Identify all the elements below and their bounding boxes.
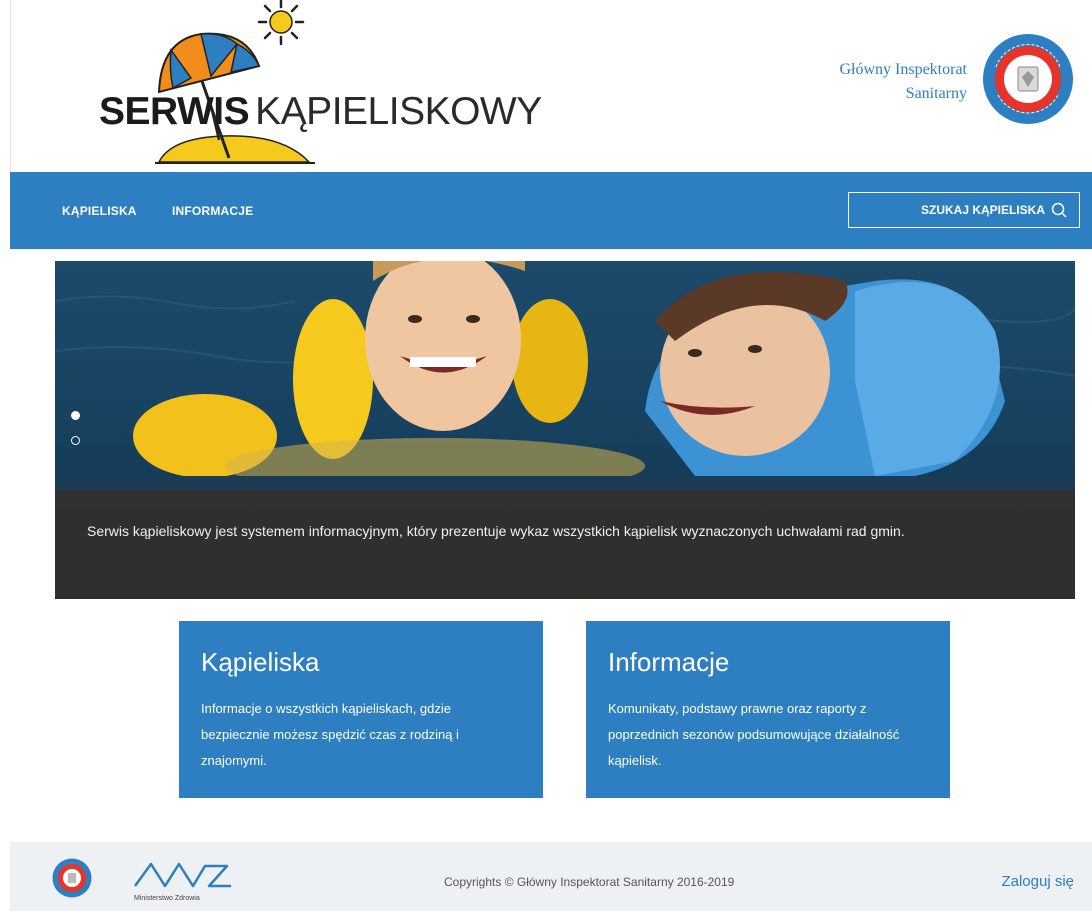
ministry-label: Ministerstwo Zdrowia [134, 895, 200, 902]
card-text: Komunikaty, podstawy prawne oraz raporty… [608, 701, 900, 768]
card-title: Informacje [608, 647, 730, 677]
search-button[interactable]: SZUKAJ KĄPIELISKA [848, 192, 1080, 228]
site-footer: Ministerstwo Zdrowia Copyrights © Główny… [10, 842, 1092, 911]
nav-item-kapieliska[interactable]: KĄPIELISKA [62, 204, 137, 218]
carousel-dot-1[interactable] [71, 411, 80, 420]
gis-seal-icon[interactable] [52, 858, 92, 898]
card-kapieliska[interactable]: Kąpieliska Informacje o wszystkich kąpie… [179, 621, 543, 798]
card-informacje[interactable]: Informacje Komunikaty, podstawy prawne o… [586, 621, 950, 798]
logo-text: SERWIS KĄPIELISKOWY [99, 90, 542, 134]
login-link[interactable]: Zaloguj się [1001, 873, 1074, 890]
org-name[interactable]: Główny Inspektorat Sanitarny [839, 58, 967, 106]
org-name-line2: Sanitarny [905, 85, 967, 102]
hero-caption-text: Serwis kąpieliskowy jest systemem inform… [87, 523, 905, 539]
search-button-label: SZUKAJ KĄPIELISKA [920, 203, 1045, 217]
site-logo[interactable]: SERWIS KĄPIELISKOWY [51, 0, 542, 170]
logo-light-text: KĄPIELISKOWY [255, 90, 542, 133]
card-title: Kąpieliska [201, 647, 320, 677]
card-text: Informacje o wszystkich kąpieliskach, gd… [201, 701, 459, 768]
search-icon [1051, 202, 1067, 218]
hero-carousel: Serwis kąpieliskowy jest systemem inform… [55, 261, 1075, 599]
logo-bold-text: SERWIS [99, 90, 250, 133]
site-header: SERWIS KĄPIELISKOWY Główny Inspektorat Sa… [10, 0, 1092, 172]
gis-seal-icon[interactable] [982, 33, 1074, 125]
nav-item-informacje[interactable]: INFORMACJE [172, 204, 253, 218]
copyright-text: Copyrights © Główny Inspektorat Sanitarn… [444, 875, 735, 889]
hero-caption: Serwis kąpieliskowy jest systemem inform… [55, 490, 1075, 599]
sun-icon [257, 0, 305, 46]
org-name-line1: Główny Inspektorat [839, 61, 967, 78]
umbrella-icon [155, 0, 315, 164]
carousel-dot-2[interactable] [71, 436, 80, 445]
main-navbar: KĄPIELISKA INFORMACJE SZUKAJ KĄPIELISKA [10, 172, 1092, 249]
